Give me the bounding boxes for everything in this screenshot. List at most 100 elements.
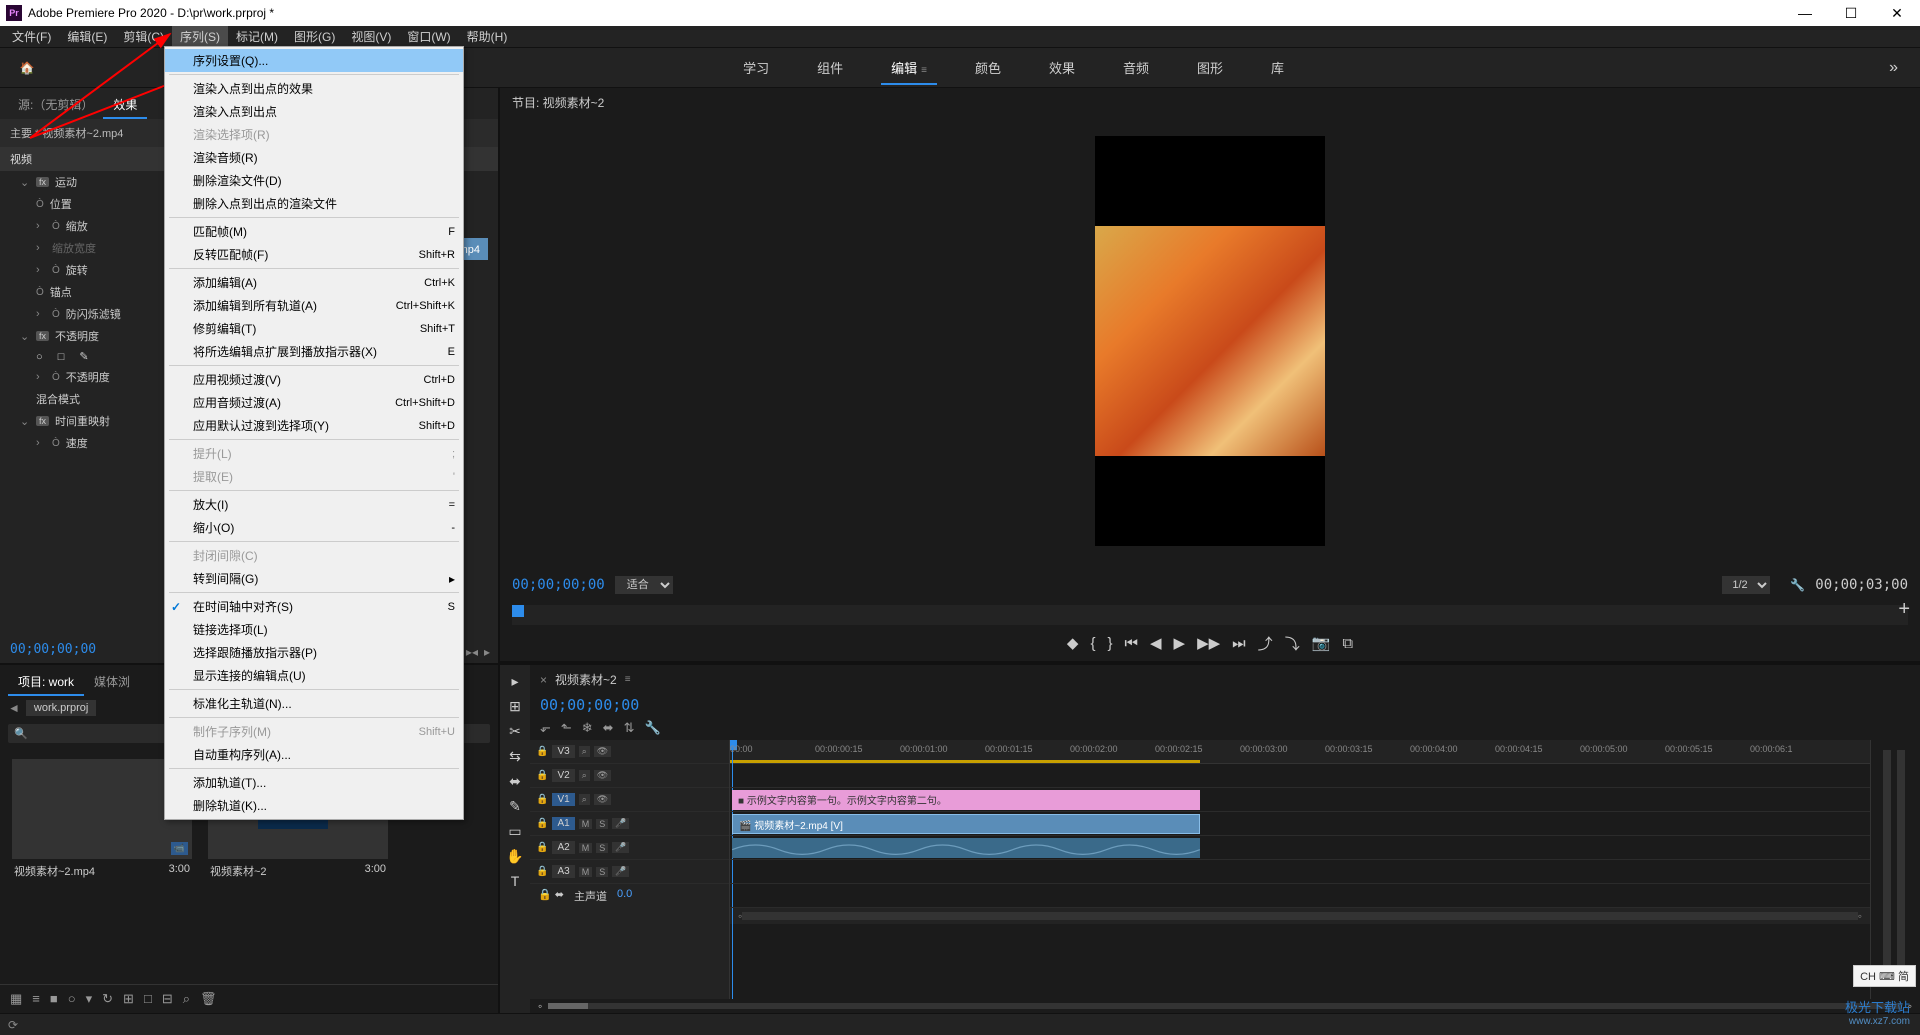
transport-btn-6[interactable]: ▶▶ [1197, 634, 1220, 652]
transport-btn-9[interactable]: ⤵ [1285, 633, 1300, 654]
program-timecode-left[interactable]: 00;00;00;00 [512, 577, 605, 593]
menu-item-链接选择项[interactable]: 链接选择项(L) [165, 618, 463, 641]
program-add-button[interactable]: + [1898, 598, 1910, 621]
menu-item-添加编辑到所有轨道[interactable]: 添加编辑到所有轨道(A)Ctrl+Shift+K [165, 294, 463, 317]
transport-btn-3[interactable]: ⏮ [1124, 635, 1138, 652]
menu-编辑[interactable]: 编辑(E) [59, 26, 115, 47]
transport-btn-10[interactable]: 📷 [1312, 634, 1331, 652]
project-icon-1[interactable]: ≡ [32, 991, 40, 1007]
maximize-button[interactable]: ☐ [1828, 0, 1874, 26]
transport-btn-7[interactable]: ⏭ [1232, 635, 1246, 652]
menu-item-序列设置[interactable]: 序列设置(Q)... [165, 49, 463, 72]
menu-item-转到间隔[interactable]: 转到间隔(G)▸ [165, 567, 463, 590]
transport-btn-2[interactable]: } [1107, 635, 1112, 652]
tl-tool-3[interactable]: ⬌ [603, 720, 614, 736]
menu-item-渲染入点到出点[interactable]: 渲染入点到出点 [165, 100, 463, 123]
program-scale-select[interactable]: 1/2 [1722, 576, 1770, 594]
clip-v1-video[interactable]: 🎬 视频素材~2.mp4 [V] [732, 814, 1200, 834]
workspace-tab-编辑[interactable]: 编辑≡ [881, 52, 937, 83]
tool-1[interactable]: ⊞ [509, 698, 521, 715]
project-icon-4[interactable]: ▾ [86, 991, 93, 1007]
transport-btn-4[interactable]: ◀ [1150, 634, 1162, 652]
menu-item-自动重构序列[interactable]: 自动重构序列(A)... [165, 743, 463, 766]
tool-6[interactable]: ▭ [508, 823, 521, 840]
project-back[interactable]: ◄ [8, 701, 20, 715]
workspace-tab-组件[interactable]: 组件 [807, 52, 853, 83]
menu-item-应用音频过渡[interactable]: 应用音频过渡(A)Ctrl+Shift+D [165, 391, 463, 414]
track-header-a3[interactable]: 🔒A3MS🎤 [530, 860, 729, 884]
tl-tool-2[interactable]: ❄ [582, 720, 593, 736]
tool-5[interactable]: ✎ [509, 798, 521, 815]
menu-视图[interactable]: 视图(V) [343, 26, 399, 47]
menu-剪辑[interactable]: 剪辑(C) [115, 26, 172, 47]
menu-item-反转匹配帧[interactable]: 反转匹配帧(F)Shift+R [165, 243, 463, 266]
workspace-tab-图形[interactable]: 图形 [1187, 52, 1233, 83]
effect-goto-out[interactable]: ▸ [484, 645, 490, 659]
tl-tool-1[interactable]: ⬑ [561, 720, 572, 736]
track-header-a2[interactable]: 🔒A2MS🎤 [530, 836, 729, 860]
project-icon-5[interactable]: ↻ [102, 991, 113, 1007]
menu-item-在时间轴中对齐[interactable]: ✓在时间轴中对齐(S)S [165, 595, 463, 618]
work-area-bar[interactable] [730, 760, 1200, 763]
ime-indicator[interactable]: CH ⌨ 简 [1853, 965, 1916, 987]
tl-tool-4[interactable]: ⇅ [624, 720, 635, 736]
track-header-v3[interactable]: 🔒V3⌕👁 [530, 740, 729, 764]
menu-item-匹配帧[interactable]: 匹配帧(M)F [165, 220, 463, 243]
menu-item-缩小[interactable]: 缩小(O)- [165, 516, 463, 539]
project-icon-7[interactable]: □ [144, 991, 152, 1007]
menu-item-添加轨道[interactable]: 添加轨道(T)... [165, 771, 463, 794]
track-v3-lane[interactable] [730, 764, 1870, 788]
project-icon-8[interactable]: ⊟ [162, 991, 173, 1007]
tab-project[interactable]: 项目: work [8, 669, 84, 696]
timeline-tab-close[interactable]: × [540, 673, 547, 687]
project-icon-3[interactable]: ○ [68, 991, 76, 1007]
effect-timecode[interactable]: 00;00;00;00 [10, 642, 96, 657]
project-icon-10[interactable]: 🗑 [200, 991, 217, 1007]
transport-btn-8[interactable]: ⤴ [1258, 633, 1273, 654]
menu-item-放大[interactable]: 放大(I)= [165, 493, 463, 516]
timeline-zoom[interactable]: ◦◦ [530, 999, 1920, 1013]
workspace-tab-学习[interactable]: 学习 [733, 52, 779, 83]
clip-v2-text[interactable]: ■ 示例文字内容第一句。示例文字内容第二句。 [732, 790, 1200, 810]
track-header-v1[interactable]: 🔒V1⌕👁 [530, 788, 729, 812]
menu-item-选择跟随播放指示器[interactable]: 选择跟随播放指示器(P) [165, 641, 463, 664]
track-header-v2[interactable]: 🔒V2⌕👁 [530, 764, 729, 788]
menu-item-修剪编辑[interactable]: 修剪编辑(T)Shift+T [165, 317, 463, 340]
project-icon-9[interactable]: ⌕ [183, 991, 190, 1007]
tool-3[interactable]: ⇆ [509, 748, 521, 765]
home-button[interactable]: 🏠 [12, 56, 42, 80]
menu-帮助[interactable]: 帮助(H) [459, 26, 516, 47]
effect-goto-in[interactable]: ▸◂ [466, 645, 478, 659]
timeline-ruler[interactable]: 00:0000:00:00:1500:00:01:0000:00:01:1500… [730, 740, 1870, 764]
tab-effect-controls[interactable]: 效果 [103, 92, 147, 119]
menu-item-标准化主轨道[interactable]: 标准化主轨道(N)... [165, 692, 463, 715]
tab-source[interactable]: 源:（无剪辑） [8, 92, 103, 119]
close-button[interactable]: ✕ [1874, 0, 1920, 26]
menu-窗口[interactable]: 窗口(W) [399, 26, 458, 47]
tool-8[interactable]: T [511, 873, 520, 889]
transport-btn-1[interactable]: { [1090, 635, 1095, 652]
project-icon-2[interactable]: ■ [50, 991, 58, 1007]
transport-btn-0[interactable]: ◆ [1067, 634, 1079, 652]
tool-2[interactable]: ✂ [509, 723, 521, 740]
track-v1-lane[interactable]: 🎬 视频素材~2.mp4 [V] [730, 812, 1870, 836]
menu-item-应用视频过渡[interactable]: 应用视频过渡(V)Ctrl+D [165, 368, 463, 391]
tab-media-browser[interactable]: 媒体浏 [84, 669, 140, 696]
clip-a1-audio[interactable] [732, 838, 1200, 858]
minimize-button[interactable]: — [1782, 0, 1828, 26]
tl-tool-0[interactable]: ⬐ [540, 720, 551, 736]
menu-序列[interactable]: 序列(S) [172, 26, 228, 47]
menu-item-添加编辑[interactable]: 添加编辑(A)Ctrl+K [165, 271, 463, 294]
program-fit-select[interactable]: 适合 [615, 576, 673, 594]
wrench-icon[interactable]: 🔧 [1790, 578, 1805, 592]
workspace-tab-库[interactable]: 库 [1261, 52, 1294, 83]
menu-item-渲染音频[interactable]: 渲染音频(R) [165, 146, 463, 169]
transport-btn-5[interactable]: ▶ [1174, 634, 1186, 652]
workspace-tab-颜色[interactable]: 颜色 [965, 52, 1011, 83]
timeline-hscroll[interactable]: ◦◦ [730, 908, 1870, 924]
track-a1-lane[interactable] [730, 836, 1870, 860]
track-a2-lane[interactable] [730, 860, 1870, 884]
workspace-tab-音频[interactable]: 音频 [1113, 52, 1159, 83]
tool-7[interactable]: ✋ [506, 848, 523, 865]
track-header-a1[interactable]: 🔒A1MS🎤 [530, 812, 729, 836]
